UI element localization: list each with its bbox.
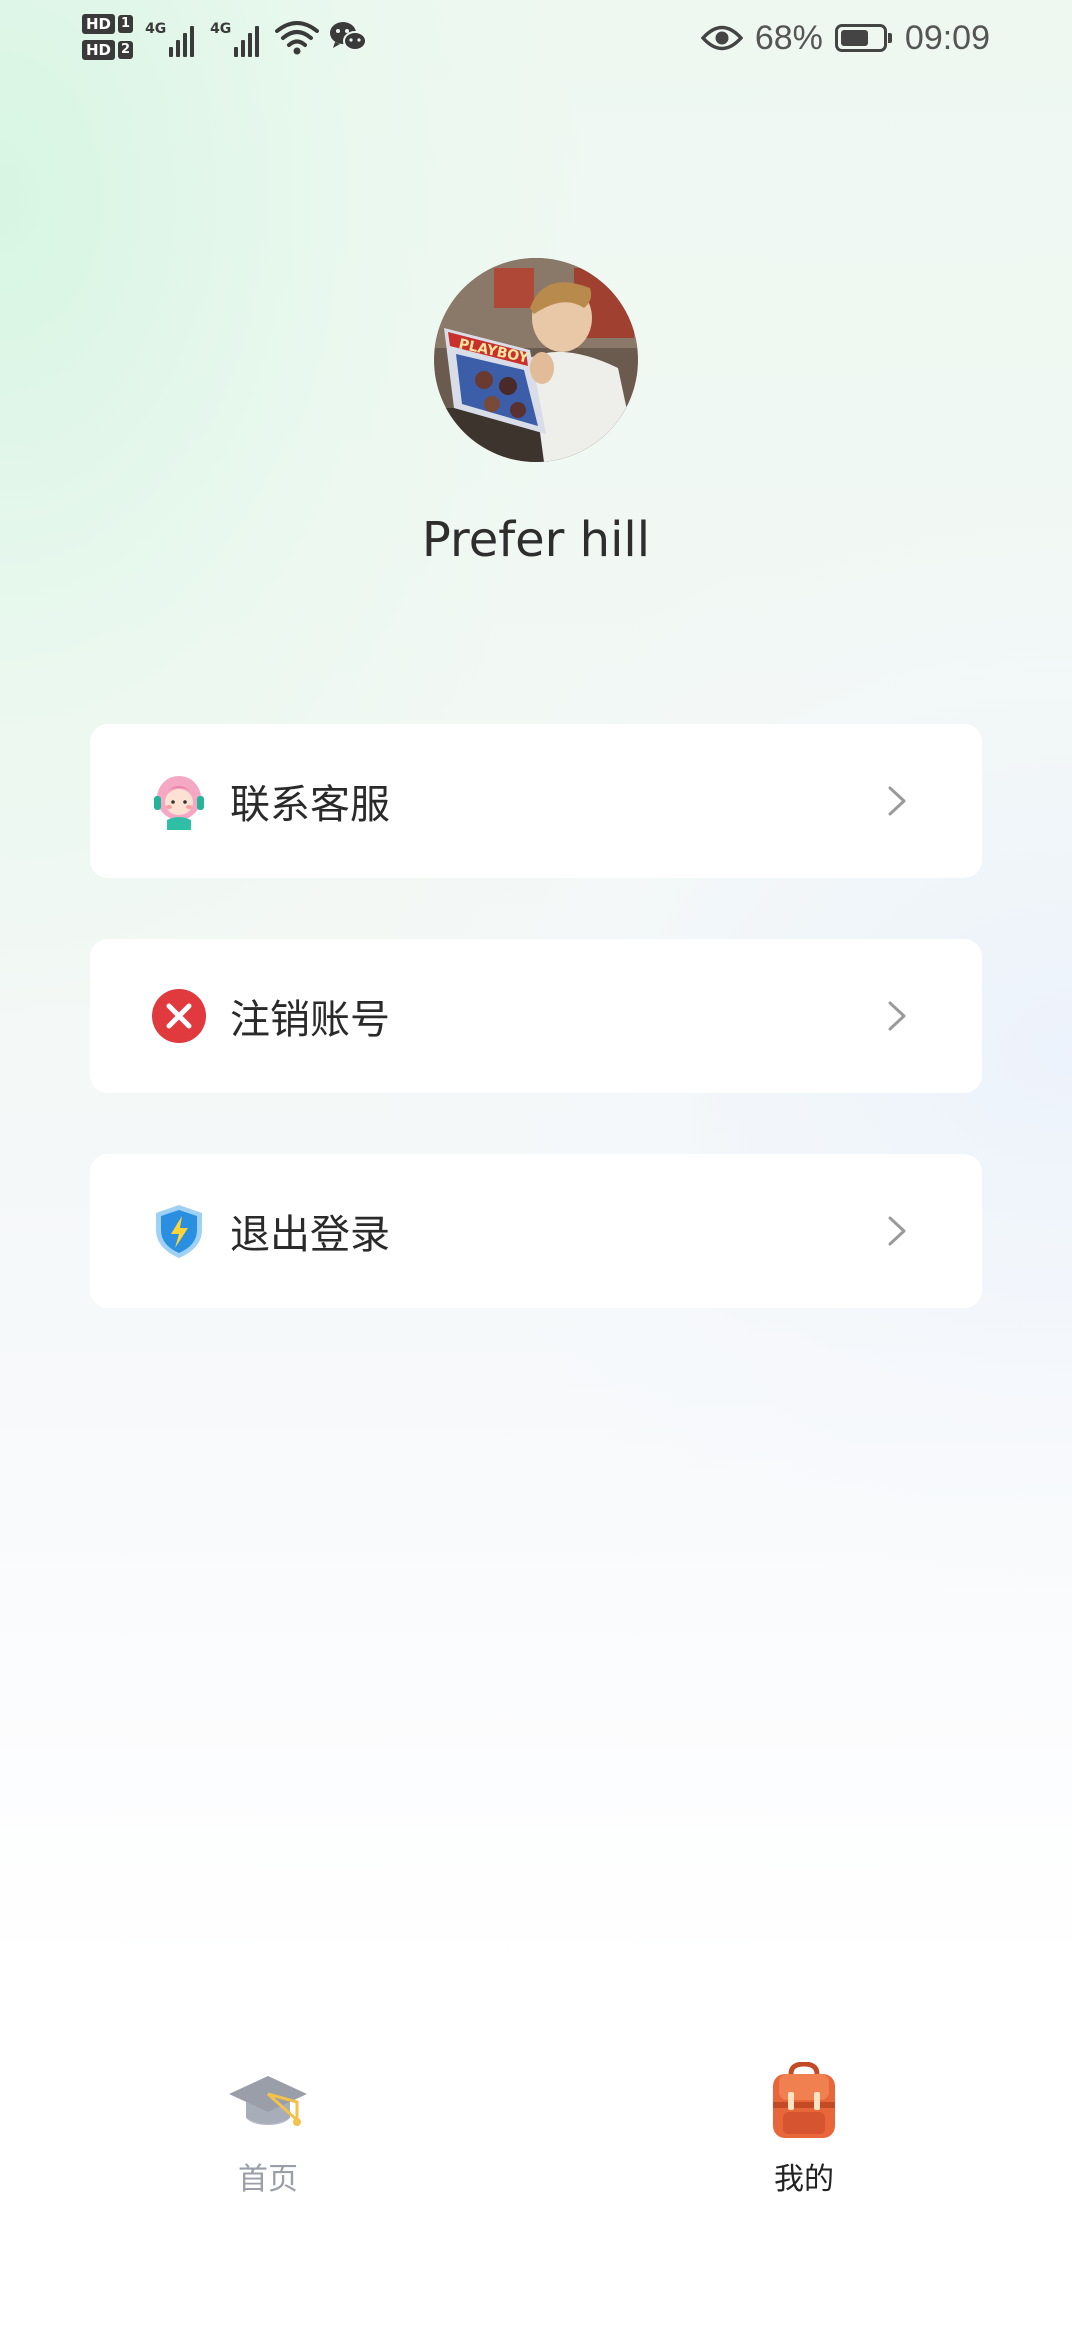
wechat-icon bbox=[330, 22, 368, 51]
avatar-photo: PLAYBOY bbox=[434, 258, 638, 462]
signal-2: 4G bbox=[210, 17, 260, 57]
eye-icon bbox=[700, 25, 743, 51]
menu-item-label: 联系客服 bbox=[230, 782, 390, 828]
menu-item-label: 注销账号 bbox=[230, 997, 390, 1043]
status-bar: HD 1 HD 2 4G 4G 68% 09:09 bbox=[0, 0, 1072, 80]
graduation-cap-icon bbox=[229, 2076, 307, 2126]
menu-item-logout[interactable]: 退出登录 bbox=[90, 1154, 982, 1308]
hd1-number: 1 bbox=[118, 15, 134, 33]
hd1-tag: HD 1 bbox=[82, 14, 134, 34]
chevron-right-icon bbox=[888, 786, 906, 816]
status-bar-left: HD 1 HD 2 4G 4G bbox=[82, 6, 368, 68]
signal-1: 4G bbox=[145, 17, 195, 57]
hd2-label: HD bbox=[82, 40, 116, 60]
status-bar-right: 68% 09:09 bbox=[700, 10, 990, 66]
battery-fill bbox=[840, 30, 868, 46]
signal-icon bbox=[234, 23, 260, 57]
avatar[interactable]: PLAYBOY bbox=[434, 258, 638, 462]
hd2-tag: HD 2 bbox=[82, 40, 134, 60]
chevron-right-icon bbox=[888, 1001, 906, 1031]
tab-label: 首页 bbox=[238, 2162, 298, 2197]
close-circle-icon bbox=[150, 987, 208, 1045]
network-type-2: 4G bbox=[210, 21, 232, 37]
wifi-icon bbox=[275, 21, 320, 55]
customer-service-icon bbox=[150, 772, 208, 830]
username: Prefer hill bbox=[421, 512, 651, 568]
status-time: 09:09 bbox=[904, 18, 990, 57]
battery-icon bbox=[834, 24, 892, 52]
battery-percent: 68% bbox=[754, 18, 823, 57]
menu-item-customer-service[interactable]: 联系客服 bbox=[90, 724, 982, 878]
menu-item-delete-account[interactable]: 注销账号 bbox=[90, 939, 982, 1093]
backpack-icon bbox=[773, 2062, 835, 2138]
chevron-right-icon bbox=[888, 1216, 906, 1246]
hd-indicators: HD 1 HD 2 bbox=[82, 14, 134, 60]
network-type-1: 4G bbox=[145, 21, 167, 37]
shield-lightning-icon bbox=[150, 1202, 208, 1260]
signal-icon bbox=[169, 23, 195, 57]
hd1-label: HD bbox=[82, 14, 116, 34]
hd2-number: 2 bbox=[118, 41, 134, 59]
tab-label: 我的 bbox=[774, 2162, 834, 2197]
menu-item-label: 退出登录 bbox=[230, 1212, 390, 1258]
tab-mine[interactable]: 我的 bbox=[684, 2062, 924, 2198]
tab-home[interactable]: 首页 bbox=[148, 2062, 388, 2198]
